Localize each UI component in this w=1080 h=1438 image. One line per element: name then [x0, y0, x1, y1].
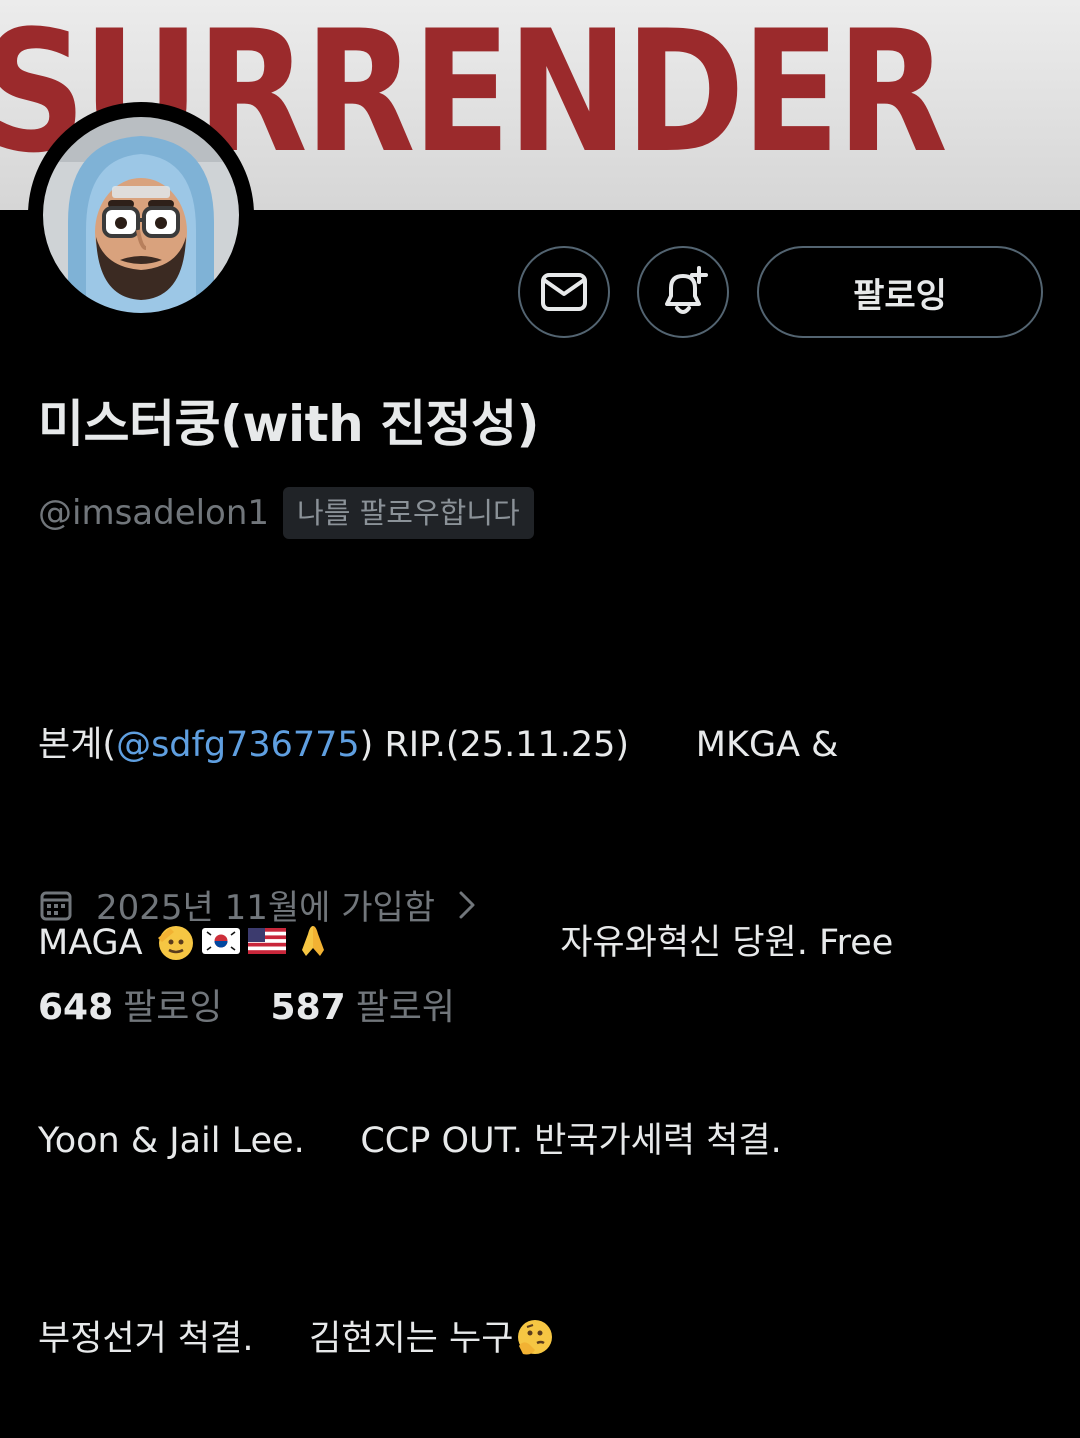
- notify-button[interactable]: [637, 246, 729, 338]
- followers-stat[interactable]: 587 팔로워: [271, 978, 456, 1030]
- followers-count: 587: [270, 987, 346, 1028]
- chevron-right-icon: [457, 889, 477, 921]
- user-handle: @imsadelon1: [38, 493, 270, 533]
- avatar[interactable]: [28, 102, 254, 328]
- message-button[interactable]: [518, 246, 610, 338]
- following-stat[interactable]: 648 팔로잉: [38, 978, 223, 1030]
- profile-stats: 648 팔로잉 587 팔로워: [38, 978, 455, 1030]
- bio-line-4: 부정선거 척결. 김현지는 누구: [38, 1306, 1038, 1372]
- bio-mention-link[interactable]: @sdfg736775: [116, 725, 360, 765]
- calendar-icon: [38, 887, 74, 923]
- followers-label: 팔로워: [355, 987, 456, 1028]
- following-button[interactable]: 팔로잉: [757, 246, 1043, 338]
- bio-line-1: 본계(@sdfg736775) RIP.(25.11.25) MKGA &: [38, 725, 839, 765]
- bell-plus-icon: [657, 266, 709, 318]
- joined-date-link[interactable]: 2025년 11월에 가입함: [38, 880, 477, 929]
- bio-line-3: Yoon & Jail Lee. CCP OUT. 반국가세력 척결.: [38, 1121, 782, 1161]
- handle-row: @imsadelon1 나를 팔로우합니다: [38, 486, 534, 540]
- envelope-icon: [540, 272, 588, 312]
- thinking-face-emoji: [513, 1314, 555, 1356]
- follows-you-badge: 나를 팔로우합니다: [283, 487, 534, 539]
- following-count: 648: [38, 987, 114, 1028]
- joined-date: 2025년 11월에 가입함: [96, 888, 436, 928]
- following-label: 팔로잉: [123, 987, 223, 1028]
- display-name: 미스터쿵(with 진정성): [38, 395, 539, 453]
